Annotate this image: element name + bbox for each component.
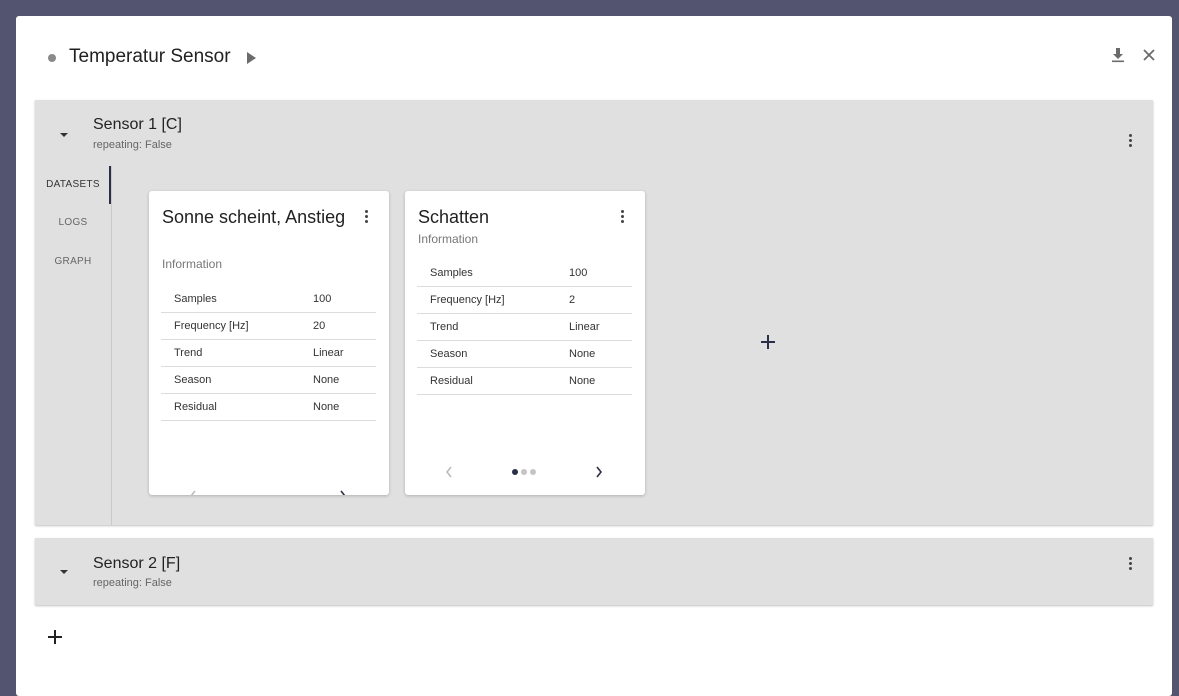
row-label: Trend [161, 339, 313, 367]
dataset-table: Samples 100 Frequency [Hz] 20 Trend Line… [161, 286, 376, 421]
close-icon[interactable] [1141, 47, 1157, 63]
row-label: Season [161, 366, 313, 394]
table-row: Samples 100 [417, 260, 632, 287]
status-dot-icon [48, 54, 56, 62]
sensor-panel: Sensor 2 [F] repeating: False [35, 538, 1153, 605]
table-row: Season None [417, 340, 632, 368]
row-value: Linear [313, 339, 376, 367]
row-value: 20 [313, 312, 376, 340]
sensor-subtitle: repeating: False [93, 577, 172, 589]
dataset-subtitle: Information [162, 257, 223, 271]
chevron-left-icon[interactable] [189, 490, 197, 495]
row-value: Linear [569, 313, 632, 341]
dataset-card: Sonne scheint, Anstieg Information Sampl… [149, 191, 389, 495]
pager-dot[interactable] [512, 469, 518, 475]
sensor-title[interactable]: Sensor 1 [C] [93, 116, 182, 134]
row-label: Residual [161, 393, 313, 421]
row-value: 100 [313, 286, 376, 313]
play-icon[interactable] [245, 51, 257, 65]
row-label: Frequency [Hz] [417, 286, 569, 314]
chevron-left-icon[interactable] [445, 466, 453, 478]
sensor-subtitle: repeating: False [93, 139, 172, 151]
row-label: Season [417, 340, 569, 368]
chevron-right-icon[interactable] [339, 490, 347, 495]
dataset-card: Schatten Information Samples 100 Frequen… [405, 191, 645, 495]
more-vert-icon[interactable] [364, 210, 368, 226]
add-dataset-icon[interactable] [760, 334, 776, 350]
row-value: None [569, 340, 632, 368]
sensor-panel: Sensor 1 [C] repeating: False DATASETS L… [35, 100, 1153, 525]
pager-dot[interactable] [521, 469, 527, 475]
row-value: None [313, 366, 376, 394]
row-label: Residual [417, 367, 569, 395]
dialog-title: Temperatur Sensor [69, 46, 231, 67]
table-row: Frequency [Hz] 2 [417, 286, 632, 314]
row-label: Frequency [Hz] [161, 312, 313, 340]
sensor-dialog: Temperatur Sensor Sensor 1 [C] repeating… [16, 16, 1172, 696]
row-value: None [313, 393, 376, 421]
dialog-header: Temperatur Sensor [16, 16, 1172, 100]
table-row: Frequency [Hz] 20 [161, 312, 376, 340]
table-row: Trend Linear [417, 313, 632, 341]
table-row: Trend Linear [161, 339, 376, 367]
row-label: Samples [417, 260, 569, 287]
more-vert-icon[interactable] [1128, 557, 1132, 573]
table-row: Season None [161, 366, 376, 394]
dataset-title: Sonne scheint, Anstieg [162, 207, 346, 227]
table-row: Samples 100 [161, 286, 376, 313]
tabs: DATASETS LOGS GRAPH [35, 166, 112, 525]
more-vert-icon[interactable] [1128, 134, 1132, 150]
row-value: 2 [569, 286, 632, 314]
row-value: None [569, 367, 632, 395]
chevron-right-icon[interactable] [595, 466, 603, 478]
dataset-table: Samples 100 Frequency [Hz] 2 Trend Linea… [417, 260, 632, 395]
pager-dots [512, 469, 539, 475]
download-icon[interactable] [1110, 47, 1126, 63]
dataset-subtitle: Information [418, 232, 479, 246]
row-label: Samples [161, 286, 313, 313]
caret-down-icon[interactable] [59, 569, 69, 575]
dataset-title: Schatten [418, 207, 490, 227]
more-vert-icon[interactable] [620, 210, 624, 226]
pager-dot[interactable] [530, 469, 536, 475]
tab-logs[interactable]: LOGS [35, 213, 111, 233]
sensor-title[interactable]: Sensor 2 [F] [93, 555, 180, 573]
row-label: Trend [417, 313, 569, 341]
caret-down-icon[interactable] [59, 132, 69, 138]
add-sensor-icon[interactable] [47, 629, 63, 645]
tab-datasets[interactable]: DATASETS [35, 175, 111, 195]
table-row: Residual None [161, 393, 376, 421]
row-value: 100 [569, 260, 632, 287]
table-row: Residual None [417, 367, 632, 395]
tab-graph[interactable]: GRAPH [35, 252, 111, 272]
